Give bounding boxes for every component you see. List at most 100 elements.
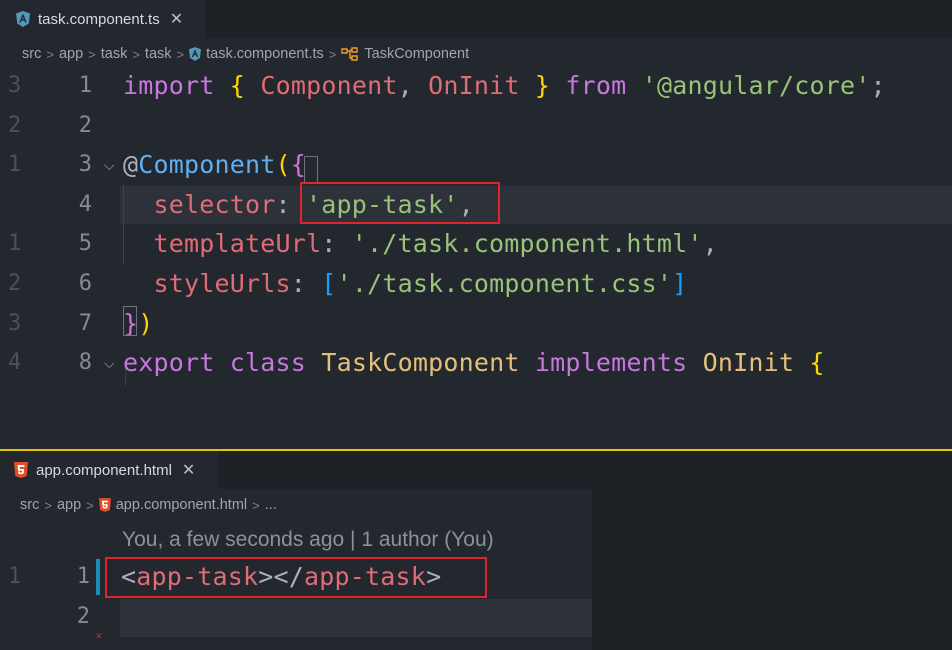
breadcrumb-item[interactable]: app.component.html <box>116 497 247 513</box>
fold-chevron-icon[interactable]: ⌵ <box>104 145 115 185</box>
selector-highlight-box <box>300 182 500 224</box>
code-token: implements <box>534 348 688 378</box>
chevron-right-icon: > <box>86 497 94 513</box>
code-token: , <box>397 71 429 100</box>
code-line[interactable]: 4 8 ⌵ export class TaskComponent implements… <box>0 343 952 383</box>
breadcrumb-item[interactable]: app <box>57 497 81 513</box>
code-token: './task.component.css' <box>336 269 673 298</box>
line-number[interactable]: 8 <box>50 343 92 383</box>
code-token: selector <box>153 189 276 219</box>
code-token: ( <box>275 150 291 180</box>
code-text[interactable]: import { Component, OnInit } from '@angu… <box>123 66 886 106</box>
line-number[interactable]: 7 <box>50 304 92 344</box>
code-text[interactable]: export class TaskComponent implements On… <box>123 343 825 383</box>
code-line[interactable]: 3 1 import { Component, OnInit } from '@an… <box>0 66 952 106</box>
tab-task-component-ts[interactable]: task.component.ts ✕ <box>0 0 205 38</box>
breadcrumb-item[interactable]: src <box>20 497 39 513</box>
breadcrumb-item[interactable]: task <box>101 46 128 62</box>
bottom-tab-bar: app.component.html ✕ <box>0 451 592 489</box>
top-tab-bar: task.component.ts ✕ <box>0 0 952 38</box>
chevron-right-icon: > <box>88 46 96 62</box>
code-token: class <box>229 348 307 378</box>
chevron-right-icon: > <box>132 46 140 62</box>
code-text[interactable]: templateUrl: './task.component.html', <box>123 224 718 264</box>
line-number[interactable]: 3 <box>50 145 92 185</box>
relative-line-number: 1 <box>8 152 22 178</box>
breadcrumb-item[interactable]: app <box>59 46 83 62</box>
line-number[interactable]: 2 <box>48 597 90 637</box>
relative-line-number: 1 <box>8 231 22 257</box>
code-token: , <box>702 229 718 259</box>
relative-line-number: 1 <box>8 564 22 589</box>
code-token: } <box>534 71 551 100</box>
close-icon[interactable]: ✕ <box>182 460 195 480</box>
breadcrumb-item[interactable]: task.component.ts <box>206 46 324 62</box>
code-text[interactable]: styleUrls: ['./task.component.css'] <box>123 264 688 304</box>
close-icon[interactable]: ✕ <box>170 9 183 29</box>
chevron-right-icon: > <box>328 46 337 62</box>
breadcrumb-item[interactable]: task <box>145 46 172 62</box>
bottom-code-area[interactable]: 1 1 <app-task></app-task> 2 ✕ <box>0 557 592 650</box>
code-token: '@angular/core' <box>641 71 871 100</box>
code-line[interactable]: 3 7}) <box>0 304 952 344</box>
code-token: Component <box>260 71 398 100</box>
angular-file-icon <box>189 47 202 61</box>
breadcrumb-item[interactable]: src <box>22 46 41 62</box>
fold-chevron-icon[interactable]: ⌵ <box>104 343 115 383</box>
code-token: OnInit <box>702 348 795 378</box>
code-token: : <box>290 269 322 298</box>
code-line[interactable]: 22 <box>0 106 952 146</box>
relative-line-number: 3 <box>8 310 22 336</box>
code-token: from <box>565 71 627 100</box>
codelens-blame[interactable]: You, a few seconds ago | 1 author (You) <box>122 528 494 552</box>
error-marker-icon: ✕ <box>95 631 103 641</box>
line-number[interactable]: 1 <box>50 66 92 106</box>
code-token: { <box>229 71 246 100</box>
line-number[interactable]: 6 <box>50 264 92 304</box>
chevron-right-icon: > <box>176 46 185 62</box>
angular-file-icon <box>16 11 30 27</box>
top-code-area[interactable]: 3 1 import { Component, OnInit } from '@an… <box>0 66 952 386</box>
code-token: Component <box>138 150 276 180</box>
chevron-right-icon: > <box>44 497 52 513</box>
line-number[interactable]: 1 <box>48 557 90 597</box>
code-token: styleUrls <box>153 269 291 298</box>
code-token: ] <box>672 269 688 298</box>
code-token: templateUrl <box>153 229 322 259</box>
code-token: { <box>809 348 825 378</box>
tab-label: task.component.ts <box>38 10 160 28</box>
code-text[interactable]: @Component({ <box>123 145 306 185</box>
relative-line-number: 4 <box>8 350 22 376</box>
breadcrumb: src > app > app.component.html > ... <box>20 490 277 520</box>
relative-line-number: 2 <box>8 271 22 296</box>
line-number[interactable]: 2 <box>50 106 92 146</box>
html5-file-icon <box>14 462 28 478</box>
code-line[interactable]: 2 6 styleUrls: ['./task.component.css'] <box>0 264 952 304</box>
line-number[interactable]: 5 <box>50 224 92 264</box>
code-line[interactable]: 1 5 templateUrl: './task.component.html', <box>0 224 952 264</box>
breadcrumb: src > app > task > task > task.component… <box>22 39 469 69</box>
breadcrumb-item[interactable]: TaskComponent <box>364 46 469 62</box>
chevron-right-icon: > <box>252 497 260 513</box>
code-token: : <box>321 229 352 259</box>
code-token: [ <box>321 269 337 298</box>
chevron-right-icon: > <box>46 46 54 62</box>
code-token: import <box>123 71 215 100</box>
code-token: export <box>123 348 215 378</box>
line-number[interactable]: 4 <box>50 185 92 225</box>
code-token: ; <box>870 71 886 100</box>
breadcrumb-item[interactable]: ... <box>265 497 277 513</box>
bracket-match-close <box>123 306 137 336</box>
bracket-match-open <box>304 156 318 184</box>
code-line[interactable]: 2 <box>0 597 592 637</box>
code-line[interactable]: 1 3 ⌵ @Component({ <box>0 145 952 185</box>
tab-app-component-html[interactable]: app.component.html ✕ <box>0 451 218 489</box>
